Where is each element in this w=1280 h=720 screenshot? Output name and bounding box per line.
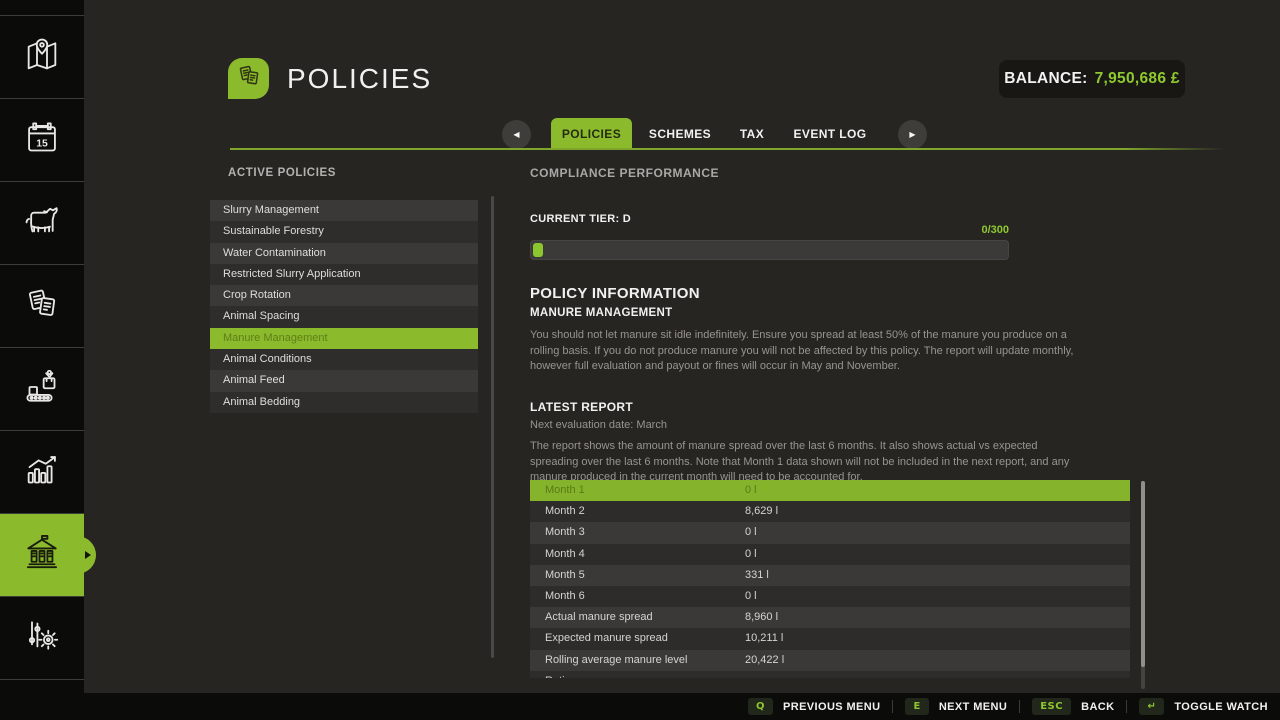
policy-list-item[interactable]: Restricted Slurry Application [210,264,478,285]
compliance-progress-value: 0/300 [530,224,1009,236]
policies-screen: 15 [0,0,1280,720]
sidebar-item-map[interactable] [0,16,84,99]
latest-report-heading: LATEST REPORT [530,400,633,414]
report-table-row: Month 5 331 l [530,565,1130,586]
sidebar-item-production[interactable] [0,348,84,431]
sidebar-item-finances[interactable] [0,514,84,597]
sidebar-item-statistics[interactable] [0,431,84,514]
tab-policies[interactable]: POLICIES [551,118,632,149]
arrow-left-icon: ◀ [513,130,519,139]
footer-hint[interactable]: ESC BACK [1007,698,1114,715]
tab-bar: ◀ POLICIES SCHEMES TAX EVENT LOG [0,118,1280,149]
sidebar-item-animals[interactable] [0,182,84,265]
policy-list-item[interactable]: Water Contamination [210,243,478,264]
footer-hint[interactable]: E NEXT MENU [880,698,1007,715]
key-badge: ESC [1032,698,1071,715]
report-table-row: Month 3 0 l [530,522,1130,543]
report-table-scrollbar-thumb[interactable] [1141,481,1145,667]
key-badge: E [905,698,928,715]
compliance-progress-fill [533,243,543,257]
production-icon [22,367,62,412]
report-table-row: Rolling average manure level 20,422 l [530,650,1130,671]
report-table-row: Month 4 0 l [530,544,1130,565]
report-table-row: Expected manure spread 10,211 l [530,628,1130,649]
tab-schemes[interactable]: SCHEMES [640,118,720,149]
settings-icon [22,616,62,661]
contracts-icon [22,284,62,329]
report-table-row: Rating - [530,671,1130,678]
policy-list-item[interactable]: Animal Bedding [210,392,478,413]
report-table-row: Actual manure spread 8,960 l [530,607,1130,628]
map-icon [22,35,62,80]
finances-icon [22,533,62,578]
key-badge: Q [748,698,773,715]
report-table: Month 1 0 l Month 2 8,629 l Month 3 0 l … [530,480,1130,678]
arrow-right-icon: ▶ [909,130,915,139]
tab-event-log[interactable]: EVENT LOG [786,118,874,149]
sidebar: 15 [0,0,84,693]
policy-list-item[interactable]: Animal Spacing [210,306,478,327]
report-table-row: Month 6 0 l [530,586,1130,607]
page-title: POLICIES [287,63,432,95]
policy-list-item[interactable]: Slurry Management [210,200,478,221]
policy-list-item[interactable]: Sustainable Forestry [210,221,478,242]
svg-text:15: 15 [36,138,48,149]
policy-description: You should not let manure sit idle indef… [530,328,1082,375]
policy-list-item[interactable]: Crop Rotation [210,285,478,306]
calendar-icon: 15 [22,118,62,163]
sidebar-items: 15 [0,16,84,680]
report-table-row: Month 1 0 l [530,480,1130,501]
sidebar-item-contracts[interactable] [0,265,84,348]
balance-label: BALANCE: [1004,70,1087,88]
footer-hint[interactable]: Q PREVIOUS MENU [748,698,881,715]
tabs-prev-button[interactable]: ◀ [502,120,531,149]
policy-list-item[interactable]: Animal Feed [210,370,478,391]
policy-list-item[interactable]: Manure Management [210,328,478,349]
report-description: The report shows the amount of manure sp… [530,439,1082,486]
tabs-next-button[interactable]: ▶ [898,120,927,149]
footer-hint[interactable]: ↵ TOGGLE WATCH [1114,698,1268,715]
report-table-row: Month 2 8,629 l [530,501,1130,522]
tab-tax[interactable]: TAX [723,118,781,149]
animals-icon [22,201,62,246]
key-badge: ↵ [1139,698,1164,715]
policies-app-icon [228,58,269,99]
active-policies-list: Slurry Management Sustainable Forestry W… [210,200,478,413]
policy-name-heading: MANURE MANAGEMENT [530,307,672,319]
policy-list-item[interactable]: Animal Conditions [210,349,478,370]
policy-list-scrollbar[interactable] [491,196,494,658]
compliance-progress-bar [530,240,1009,260]
balance-badge: BALANCE: 7,950,686 £ [999,60,1185,98]
statistics-icon [22,450,62,495]
policies-icon [235,62,263,95]
balance-value: 7,950,686 £ [1095,70,1180,88]
sidebar-item-settings[interactable] [0,597,84,680]
tab-underline [230,148,1224,150]
sidebar-stub-tile [0,0,84,16]
footer-hint-bar: Q PREVIOUS MENU E NEXT MENU ESC BACK ↵ T… [0,693,1280,720]
next-evaluation-date: Next evaluation date: March [530,419,667,431]
active-policies-heading: ACTIVE POLICIES [228,167,336,179]
policy-information-heading: POLICY INFORMATION [530,285,700,302]
compliance-heading: COMPLIANCE PERFORMANCE [530,166,719,180]
